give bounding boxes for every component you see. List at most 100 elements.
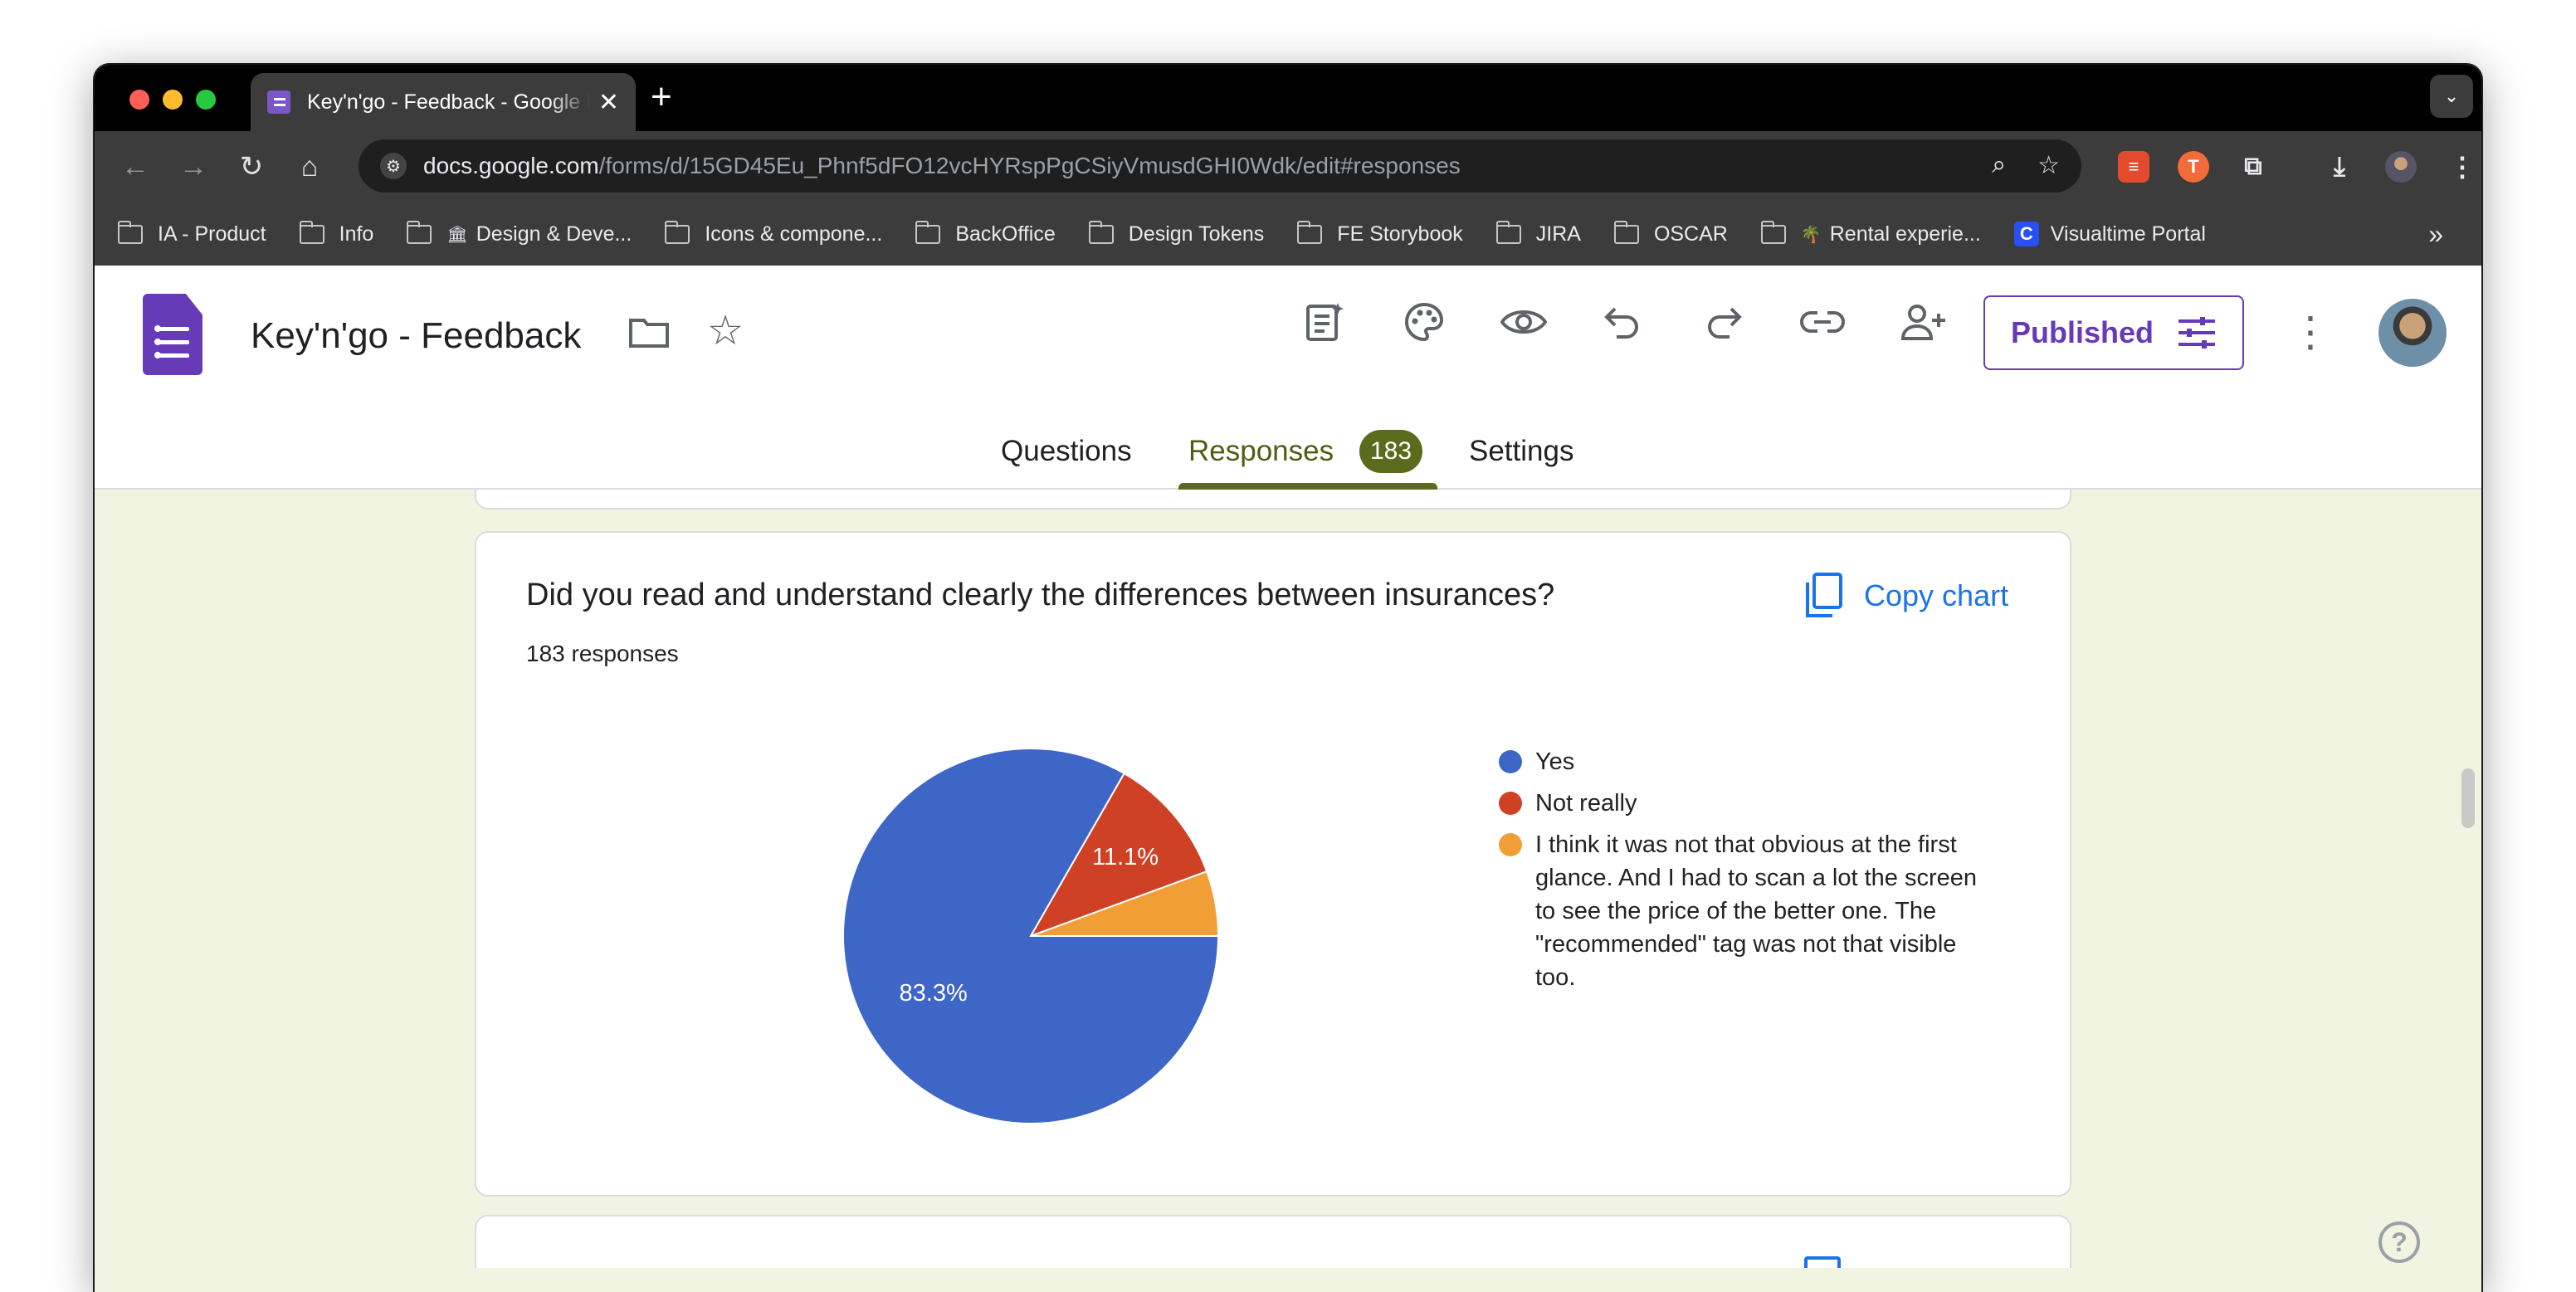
help-icon[interactable]: ? xyxy=(2378,1221,2420,1263)
chart-legend: Yes Not really I think it was not that obv… xyxy=(1499,745,1997,1002)
minimize-window-button[interactable] xyxy=(163,90,183,110)
tab-strip: Key'n'go - Feedback - Google Forms ✕ + ⌄ xyxy=(95,65,2481,131)
form-tabs: Questions Responses 183 Settings xyxy=(95,405,2481,490)
bookmark-label: Design & Deve... xyxy=(476,222,632,246)
bookmark-folder[interactable]: 🏛 Design & Deve... xyxy=(407,220,632,246)
bookmark-folder[interactable]: Icons & compone... xyxy=(665,220,883,246)
published-button[interactable]: Published xyxy=(1983,295,2244,370)
bookmark-label: JIRA xyxy=(1535,222,1581,246)
toggl-extension-icon[interactable]: T xyxy=(2178,151,2209,183)
bookmark-label: BackOffice xyxy=(955,222,1056,246)
folder-icon xyxy=(299,220,324,244)
copy-icon xyxy=(1806,573,1842,617)
folder-icon xyxy=(915,220,941,244)
url-path: /forms/d/15GD45Eu_Phnf5dFO12vcHYRspPgCSi… xyxy=(598,153,1461,178)
published-label: Published xyxy=(2010,315,2154,349)
link-icon[interactable] xyxy=(1796,295,1849,349)
back-arrow-icon[interactable]: ← xyxy=(115,146,156,188)
bookmark-folder[interactable]: JIRA xyxy=(1495,220,1581,246)
tune-sliders-icon xyxy=(2178,317,2216,349)
zoom-icon[interactable]: ⌕ xyxy=(1992,151,2006,180)
more-vert-icon[interactable]: ⋮ xyxy=(2284,305,2337,358)
site-settings-icon[interactable]: ⚙ xyxy=(380,153,407,179)
bookmarks-bar: IA - Product Info 🏛 Design & Deve... Icon… xyxy=(95,202,2481,266)
form-title[interactable]: Key'n'go - Feedback xyxy=(251,315,581,357)
tab-responses[interactable]: Responses xyxy=(1188,435,1334,468)
undo-icon[interactable] xyxy=(1597,295,1650,349)
responses-count-badge: 183 xyxy=(1359,430,1422,473)
bookmark-folder[interactable]: OSCAR xyxy=(1613,220,1728,246)
tab-questions[interactable]: Questions xyxy=(1001,435,1132,468)
bookmark-star-icon[interactable]: ☆ xyxy=(2037,151,2060,180)
folder-icon xyxy=(407,220,432,244)
bookmark-folder[interactable]: Design Tokens xyxy=(1088,220,1265,246)
add-ons-icon[interactable] xyxy=(1298,295,1351,349)
close-window-button[interactable] xyxy=(129,90,149,110)
copy-chart-button[interactable]: Copy chart xyxy=(1804,573,2008,619)
preview-eye-icon[interactable] xyxy=(1497,295,1550,349)
palm-tree-emoji-icon: 🌴 xyxy=(1800,225,1822,244)
visualtime-logo-icon: C xyxy=(2013,222,2039,246)
download-icon[interactable]: ⤓ xyxy=(2324,151,2355,183)
bookmark-folder[interactable]: IA - Product xyxy=(118,220,266,246)
todoist-extension-icon[interactable]: ≡ xyxy=(2118,151,2149,183)
legend-label: Not really xyxy=(1535,790,1637,817)
bookmark-folder[interactable]: FE Storybook xyxy=(1297,220,1463,246)
maximize-window-button[interactable] xyxy=(196,90,216,110)
browser-tab-active[interactable]: Key'n'go - Feedback - Google Forms ✕ xyxy=(251,73,636,131)
tab-close-icon[interactable]: ✕ xyxy=(598,88,619,117)
profile-avatar[interactable] xyxy=(2385,151,2417,183)
add-collaborator-icon[interactable] xyxy=(1897,295,1950,349)
address-bar[interactable]: ⚙ docs.google.com/forms/d/15GD45Eu_Phnf5… xyxy=(359,139,2081,193)
bookmark-folder[interactable]: 🌴 Rental experie... xyxy=(1760,220,1981,246)
account-avatar[interactable] xyxy=(2378,299,2447,367)
bookmark-folder[interactable]: BackOffice xyxy=(915,220,1056,246)
folder-icon xyxy=(1495,220,1521,244)
home-icon[interactable]: ⌂ xyxy=(289,146,330,188)
tab-title: Key'n'go - Feedback - Google Forms xyxy=(307,90,590,114)
palette-icon[interactable] xyxy=(1398,295,1451,349)
bookmark-site[interactable]: C Visualtime Portal xyxy=(2013,222,2206,246)
google-forms-logo-icon[interactable] xyxy=(143,294,202,375)
legend-item: Not really xyxy=(1499,787,1997,820)
bank-emoji-icon: 🏛 xyxy=(446,225,468,244)
legend-item: Yes xyxy=(1499,745,1997,778)
folder-icon xyxy=(1297,220,1323,244)
pie-slices xyxy=(842,748,1220,1124)
move-to-folder-icon[interactable] xyxy=(622,305,676,358)
question-summary-card: Did you read and understand clearly the … xyxy=(475,531,2071,1197)
previous-summary-card xyxy=(475,490,2071,509)
google-forms-favicon-icon xyxy=(267,90,290,114)
bookmark-label: OSCAR xyxy=(1653,222,1728,246)
bookmark-label: FE Storybook xyxy=(1337,222,1463,246)
browser-toolbar: ← → ↻ ⌂ ⚙ docs.google.com/forms/d/15GD45… xyxy=(95,131,2481,202)
bookmark-label: Icons & compone... xyxy=(705,222,883,246)
folder-icon xyxy=(118,220,143,244)
tab-search-chevron-icon[interactable]: ⌄ xyxy=(2430,75,2473,118)
bookmark-label: Info xyxy=(339,222,374,246)
pie-slice-label: 11.1% xyxy=(1092,844,1159,870)
scrollbar-thumb[interactable] xyxy=(2461,768,2475,828)
legend-swatch xyxy=(1499,750,1522,773)
bookmark-label: IA - Product xyxy=(158,222,266,246)
bookmark-folder[interactable]: Info xyxy=(299,220,374,246)
star-icon[interactable]: ☆ xyxy=(699,304,752,357)
pie-slice-label: 83.3% xyxy=(900,980,968,1007)
forward-arrow-icon[interactable]: → xyxy=(173,146,214,188)
bookmark-label: Design Tokens xyxy=(1128,222,1265,246)
legend-item: I think it was not that obvious at the f… xyxy=(1499,828,1997,994)
bookmark-label: Rental experie... xyxy=(1829,222,1981,246)
reload-icon[interactable]: ↻ xyxy=(231,146,272,188)
legend-swatch xyxy=(1499,792,1522,815)
bookmarks-overflow-icon[interactable]: » xyxy=(2428,219,2443,250)
new-tab-button[interactable]: + xyxy=(651,76,672,118)
tab-settings[interactable]: Settings xyxy=(1469,435,1573,468)
browser-window: Key'n'go - Feedback - Google Forms ✕ + ⌄… xyxy=(93,63,2483,1292)
browser-menu-icon[interactable]: ⋮ xyxy=(2447,151,2478,183)
redo-icon[interactable] xyxy=(1696,295,1749,349)
folder-icon xyxy=(1760,220,1786,244)
legend-label: Yes xyxy=(1535,748,1575,775)
extensions-puzzle-icon[interactable]: ⧉ xyxy=(2237,151,2269,183)
folder-icon xyxy=(1613,220,1639,244)
forms-header: Key'n'go - Feedback ☆ Published ⋮ Questi… xyxy=(95,266,2481,490)
